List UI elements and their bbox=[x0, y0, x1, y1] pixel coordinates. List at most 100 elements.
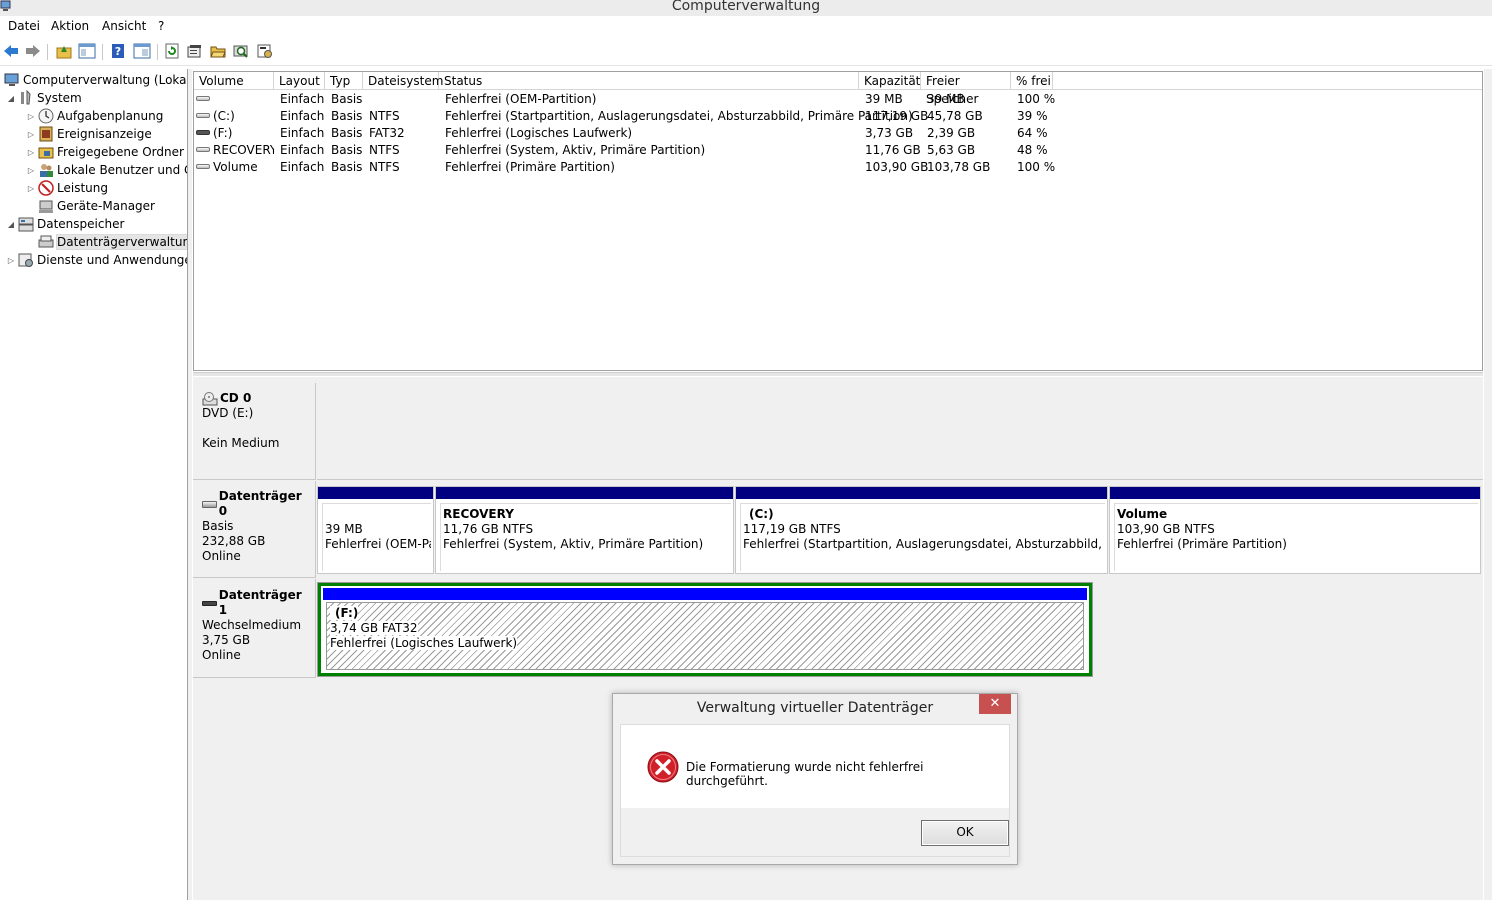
cell-typ: Basis bbox=[331, 126, 363, 140]
tree-item-system[interactable]: ◢ System bbox=[6, 89, 82, 107]
collapse-arrow-icon[interactable]: ◢ bbox=[6, 94, 16, 103]
properties-view-icon[interactable] bbox=[133, 42, 151, 60]
column-header-layout[interactable]: Layout bbox=[274, 72, 325, 90]
menu-ansicht[interactable]: Ansicht bbox=[102, 19, 146, 33]
expand-arrow-icon[interactable]: ▷ bbox=[26, 166, 36, 175]
tree-item-ereignisanzeige[interactable]: ▷ Ereignisanzeige bbox=[26, 125, 152, 143]
disk-label-disk0[interactable]: Datenträger 0 Basis 232,88 GB Online bbox=[193, 481, 316, 578]
tree-item-datentraegerverwaltung[interactable]: Datenträgerverwaltung bbox=[38, 233, 187, 251]
partition-status: Fehlerfrei (System, Aktiv, Primäre Parti… bbox=[443, 537, 704, 551]
column-header-prozent-frei[interactable]: % frei bbox=[1011, 72, 1053, 90]
volume-icon bbox=[196, 164, 210, 169]
collapse-arrow-icon[interactable]: ◢ bbox=[6, 220, 16, 229]
disk-size: 232,88 GB bbox=[202, 534, 266, 548]
cell-freier-speicher: 39 MB bbox=[927, 92, 965, 106]
dialog-title: Verwaltung virtueller Datenträger bbox=[696, 700, 934, 716]
forward-arrow-icon[interactable] bbox=[24, 42, 42, 60]
show-hide-tree-icon[interactable] bbox=[78, 42, 96, 60]
cell-prozent-frei: 48 % bbox=[1017, 143, 1048, 157]
cell-prozent-frei: 100 % bbox=[1017, 92, 1056, 106]
tree-item-computerverwaltung[interactable]: Computerverwaltung (Lokal) bbox=[4, 71, 188, 89]
settings-disk-icon[interactable] bbox=[256, 42, 274, 60]
right-scrollbar[interactable] bbox=[1484, 69, 1492, 900]
table-row[interactable]: (F:) Einfach Basis FAT32 Fehlerfrei (Log… bbox=[194, 125, 1482, 142]
partition-volume[interactable]: Volume 103,90 GB NTFS Fehlerfrei (Primär… bbox=[1109, 486, 1481, 574]
list-header: Volume Layout Typ Dateisystem Status Kap… bbox=[194, 72, 1482, 106]
expand-arrow-icon[interactable]: ▷ bbox=[6, 256, 16, 265]
tree-item-geraete-manager[interactable]: Geräte-Manager bbox=[38, 197, 155, 215]
tree-item-dienste[interactable]: ▷ Dienste und Anwendungen bbox=[6, 251, 187, 269]
title-bar[interactable]: Computerverwaltung bbox=[0, 0, 1492, 16]
column-header-volume[interactable]: Volume bbox=[194, 72, 274, 90]
expand-arrow-icon[interactable]: ▷ bbox=[26, 148, 36, 157]
column-header-typ[interactable]: Typ bbox=[325, 72, 363, 90]
properties-icon[interactable] bbox=[186, 42, 204, 60]
menu-datei[interactable]: Datei bbox=[8, 19, 40, 33]
expand-arrow-icon[interactable]: ▷ bbox=[26, 130, 36, 139]
cell-typ: Basis bbox=[331, 160, 363, 174]
column-header-status[interactable]: Status bbox=[439, 72, 859, 90]
cell-status: Fehlerfrei (OEM-Partition) bbox=[445, 92, 597, 106]
disk-name: Datenträger 1 bbox=[218, 588, 302, 617]
tree-label: Freigegebene Ordner bbox=[57, 145, 184, 159]
tree-item-freigegebene-ordner[interactable]: ▷ Freigegebene Ordner bbox=[26, 143, 184, 161]
dialog-body: Die Formatierung wurde nicht fehlerfrei … bbox=[620, 724, 1010, 808]
expand-arrow-icon[interactable]: ▷ bbox=[26, 184, 36, 193]
tree-item-aufgabenplanung[interactable]: ▷ Aufgabenplanung bbox=[26, 107, 163, 125]
ok-button[interactable]: OK bbox=[921, 820, 1009, 846]
event-log-icon bbox=[38, 126, 54, 142]
navigation-tree: Computerverwaltung (Lokal) ◢ System ▷ Au… bbox=[0, 69, 188, 900]
horizontal-splitter[interactable] bbox=[193, 372, 1483, 376]
table-row[interactable]: Volume Einfach Basis NTFS Fehlerfrei (Pr… bbox=[194, 159, 1482, 176]
pane-splitter[interactable] bbox=[188, 69, 192, 900]
cell-typ: Basis bbox=[331, 109, 363, 123]
disk-management-icon bbox=[38, 234, 54, 250]
cell-volume: RECOVERY bbox=[213, 143, 274, 157]
volume-icon bbox=[196, 113, 210, 118]
cell-kapazitaet: 11,76 GB bbox=[865, 143, 921, 157]
search-disk-icon[interactable] bbox=[232, 42, 250, 60]
table-row[interactable]: RECOVERY Einfach Basis NTFS Fehlerfrei (… bbox=[194, 142, 1482, 159]
volume-list: Volume Layout Typ Dateisystem Status Kap… bbox=[193, 71, 1483, 371]
close-button[interactable]: ✕ bbox=[979, 694, 1011, 714]
partition-f-selected[interactable]: (F:) 3,74 GB FAT32 Fehlerfrei (Logisches… bbox=[317, 582, 1093, 677]
cell-dateisystem: FAT32 bbox=[369, 126, 405, 140]
partition-bar bbox=[318, 487, 433, 499]
table-row[interactable]: (C:) Einfach Basis NTFS Fehlerfrei (Star… bbox=[194, 108, 1482, 125]
disk-type: Wechselmedium bbox=[202, 618, 302, 632]
menu-aktion[interactable]: Aktion bbox=[51, 19, 89, 33]
partition-size: 39 MB bbox=[325, 522, 363, 536]
cd0-area bbox=[317, 383, 1483, 480]
open-folder-icon[interactable] bbox=[209, 42, 227, 60]
cell-status: Fehlerfrei (Primäre Partition) bbox=[445, 160, 615, 174]
column-header-freier-speicher[interactable]: Freier Speicher bbox=[921, 72, 1011, 106]
cell-status: Fehlerfrei (System, Aktiv, Primäre Parti… bbox=[445, 143, 706, 157]
partition-c[interactable]: (C:) 117,19 GB NTFS Fehlerfrei (Startpar… bbox=[735, 486, 1108, 574]
cell-kapazitaet: 3,73 GB bbox=[865, 126, 914, 140]
cell-prozent-frei: 39 % bbox=[1017, 109, 1048, 123]
back-arrow-icon[interactable] bbox=[2, 42, 20, 60]
help-icon[interactable]: ? bbox=[109, 42, 127, 60]
menu-help[interactable]: ? bbox=[158, 19, 164, 33]
error-dialog: Verwaltung virtueller Datenträger ✕ Die … bbox=[612, 693, 1018, 865]
tree-label: Computerverwaltung (Lokal) bbox=[23, 73, 188, 87]
users-icon bbox=[38, 162, 54, 178]
partition-bar bbox=[1110, 487, 1480, 499]
up-folder-icon[interactable] bbox=[55, 42, 73, 60]
column-header-kapazitaet[interactable]: Kapazität bbox=[859, 72, 921, 90]
disk-label-disk1[interactable]: Datenträger 1 Wechselmedium 3,75 GB Onli… bbox=[193, 579, 316, 678]
partition-bar bbox=[736, 487, 1107, 499]
partition-size: 117,19 GB NTFS bbox=[743, 522, 841, 536]
partition-title: RECOVERY bbox=[443, 507, 514, 521]
expand-arrow-icon[interactable]: ▷ bbox=[26, 112, 36, 121]
tree-item-leistung[interactable]: ▷ Leistung bbox=[26, 179, 108, 197]
tree-item-datenspeicher[interactable]: ◢ Datenspeicher bbox=[6, 215, 124, 233]
table-row[interactable]: Einfach Basis Fehlerfrei (OEM-Partition)… bbox=[194, 91, 1482, 108]
partition-oem[interactable]: 39 MB Fehlerfrei (OEM-Partition) bbox=[317, 486, 434, 574]
disk-label-cd0[interactable]: CD 0 DVD (E:) Kein Medium bbox=[193, 383, 316, 480]
column-header-dateisystem[interactable]: Dateisystem bbox=[363, 72, 443, 90]
refresh-icon[interactable] bbox=[163, 42, 181, 60]
tree-item-lokale-benutzer[interactable]: ▷ Lokale Benutzer und Gruppen bbox=[26, 161, 187, 179]
partition-recovery[interactable]: RECOVERY 11,76 GB NTFS Fehlerfrei (Syste… bbox=[435, 486, 734, 574]
tree-label: Aufgabenplanung bbox=[57, 109, 164, 123]
